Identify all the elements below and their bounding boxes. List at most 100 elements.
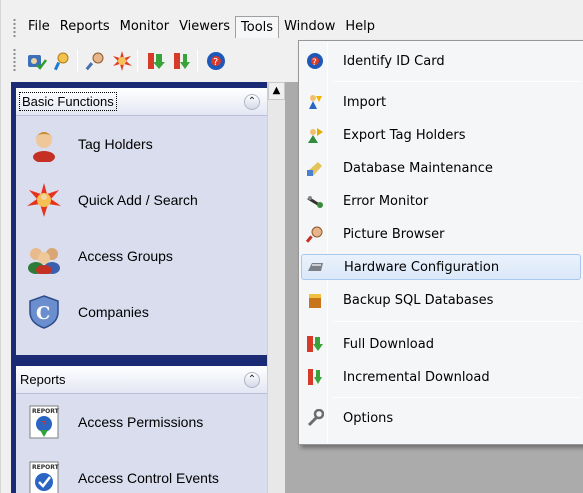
toolbar-picture-browser-button[interactable] <box>85 50 107 72</box>
nav-item-label: Companies <box>78 304 149 320</box>
menu-item-label: Error Monitor <box>343 193 429 209</box>
menu-tools[interactable]: Tools <box>235 16 280 38</box>
menu-item-export-tag-holders[interactable]: Export Tag Holders <box>301 122 581 148</box>
error-monitor-icon <box>307 196 323 208</box>
menu-item-incremental-download[interactable]: Incremental Download <box>301 364 581 390</box>
toolbar-incremental-download-button[interactable] <box>171 50 193 72</box>
toolbar-identify-card-button[interactable]: ? <box>205 50 227 72</box>
full-download-icon <box>307 336 323 352</box>
toolbar-separator <box>137 50 138 72</box>
menu-window[interactable]: Window <box>279 16 340 38</box>
svg-text:?: ? <box>312 58 317 68</box>
reports-section: Reports ⌃ REPORT ? Access Permissions RE… <box>16 366 267 493</box>
menu-item-picture-browser[interactable]: Picture Browser <box>301 221 581 247</box>
nav-item-companies[interactable]: C Companies <box>16 284 267 340</box>
menu-item-label: Options <box>343 410 394 426</box>
search-key-icon <box>53 52 69 71</box>
menu-item-label: Backup SQL Databases <box>343 292 494 308</box>
svg-text:REPORT: REPORT <box>32 464 60 471</box>
scroll-up-arrow-icon[interactable]: ▲ <box>268 82 285 100</box>
toolbar-separator <box>197 50 198 72</box>
wrench-icon <box>307 409 324 427</box>
basic-functions-header[interactable]: Basic Functions ⌃ <box>16 88 267 116</box>
incremental-download-icon <box>174 53 190 69</box>
nav-item-label: Quick Add / Search <box>78 192 198 208</box>
menu-item-label: Picture Browser <box>343 226 445 242</box>
application-window: File Reports Monitor Viewers Tools Windo… <box>0 0 583 493</box>
menu-item-label: Database Maintenance <box>343 160 493 176</box>
menu-item-identify-id-card[interactable]: ? Identify ID Card <box>301 48 581 74</box>
menu-viewers[interactable]: Viewers <box>174 16 235 38</box>
menu-item-label: Incremental Download <box>343 369 490 385</box>
toolbar-full-download-button[interactable] <box>145 50 167 72</box>
nav-item-label: Access Control Events <box>78 470 219 486</box>
navigation-panel: Basic Functions ⌃ Tag Holders Quick Add … <box>11 82 267 493</box>
menu-separator <box>333 397 581 398</box>
toolbar-quick-add-button[interactable] <box>111 50 133 72</box>
collapse-chevron-icon[interactable]: ⌃ <box>244 93 260 110</box>
menu-item-label: Hardware Configuration <box>344 259 500 275</box>
toolbar-grip[interactable] <box>13 48 16 72</box>
menu-help[interactable]: Help <box>340 16 380 38</box>
menu-item-label: Export Tag Holders <box>343 127 466 143</box>
menu-item-database-maintenance[interactable]: Database Maintenance <box>301 155 581 181</box>
nav-item-access-groups[interactable]: Access Groups <box>16 228 267 284</box>
menu-item-import[interactable]: Import <box>301 89 581 115</box>
svg-text:?: ? <box>213 57 218 68</box>
menu-item-hardware-configuration[interactable]: Hardware Configuration <box>301 254 581 280</box>
nav-item-tag-holders[interactable]: Tag Holders <box>16 116 267 172</box>
menu-item-label: Import <box>343 94 387 110</box>
export-icon <box>308 128 323 143</box>
basic-functions-section: Basic Functions ⌃ Tag Holders Quick Add … <box>16 88 267 355</box>
person-icon <box>33 132 55 162</box>
hardware-icon <box>308 263 323 271</box>
starburst-icon <box>27 183 61 217</box>
toolbar-tag-holder-button[interactable] <box>25 50 47 72</box>
toolbar-search-button[interactable] <box>51 50 73 72</box>
menubar-grip[interactable] <box>13 18 16 38</box>
svg-text:?: ? <box>41 420 46 431</box>
toolbar-separator <box>77 50 78 72</box>
company-icon: C <box>29 295 59 329</box>
menu-bar: File Reports Monitor Viewers Tools Windo… <box>11 14 583 40</box>
nav-item-access-permissions[interactable]: REPORT ? Access Permissions <box>16 394 267 450</box>
menu-item-label: Identify ID Card <box>343 53 445 69</box>
picture-browser-icon <box>306 226 323 243</box>
nav-item-quick-add-search[interactable]: Quick Add / Search <box>16 172 267 228</box>
database-icon <box>307 162 322 176</box>
nav-scrollbar[interactable]: ▲ <box>267 82 285 493</box>
starburst-person-icon <box>113 51 132 71</box>
nav-item-access-control-events[interactable]: REPORT Access Control Events <box>16 450 267 493</box>
report-icon: REPORT ? <box>29 405 60 439</box>
menu-separator <box>333 81 581 82</box>
nav-item-label: Access Groups <box>78 248 173 264</box>
menu-item-error-monitor[interactable]: Error Monitor <box>301 188 581 214</box>
group-icon <box>28 248 60 274</box>
backup-icon <box>309 294 321 308</box>
menu-monitor[interactable]: Monitor <box>115 16 174 38</box>
collapse-chevron-icon[interactable]: ⌃ <box>244 371 260 388</box>
menu-item-options[interactable]: Options <box>301 405 581 431</box>
nav-item-label: Tag Holders <box>78 136 153 152</box>
magnifier-person-icon <box>85 52 104 71</box>
section-title: Reports <box>20 372 66 387</box>
svg-text:C: C <box>36 303 50 324</box>
menu-separator <box>333 321 581 322</box>
nav-item-label: Access Permissions <box>78 414 204 430</box>
incremental-download-icon <box>308 369 322 385</box>
card-check-icon <box>28 55 47 70</box>
toolbar: ? <box>11 42 311 78</box>
import-icon <box>309 95 322 109</box>
report-icon: REPORT <box>29 461 60 493</box>
svg-text:REPORT: REPORT <box>32 408 60 415</box>
reports-header[interactable]: Reports ⌃ <box>16 366 267 394</box>
section-title: Basic Functions <box>19 92 117 111</box>
menu-reports[interactable]: Reports <box>55 16 115 38</box>
identify-card-icon: ? <box>207 52 225 70</box>
full-download-icon <box>148 53 165 69</box>
menu-item-label: Full Download <box>343 336 434 352</box>
id-card-icon: ? <box>307 53 323 69</box>
menu-item-backup-sql-databases[interactable]: Backup SQL Databases <box>301 287 581 313</box>
menu-item-full-download[interactable]: Full Download <box>301 331 581 357</box>
menu-file[interactable]: File <box>23 16 55 38</box>
